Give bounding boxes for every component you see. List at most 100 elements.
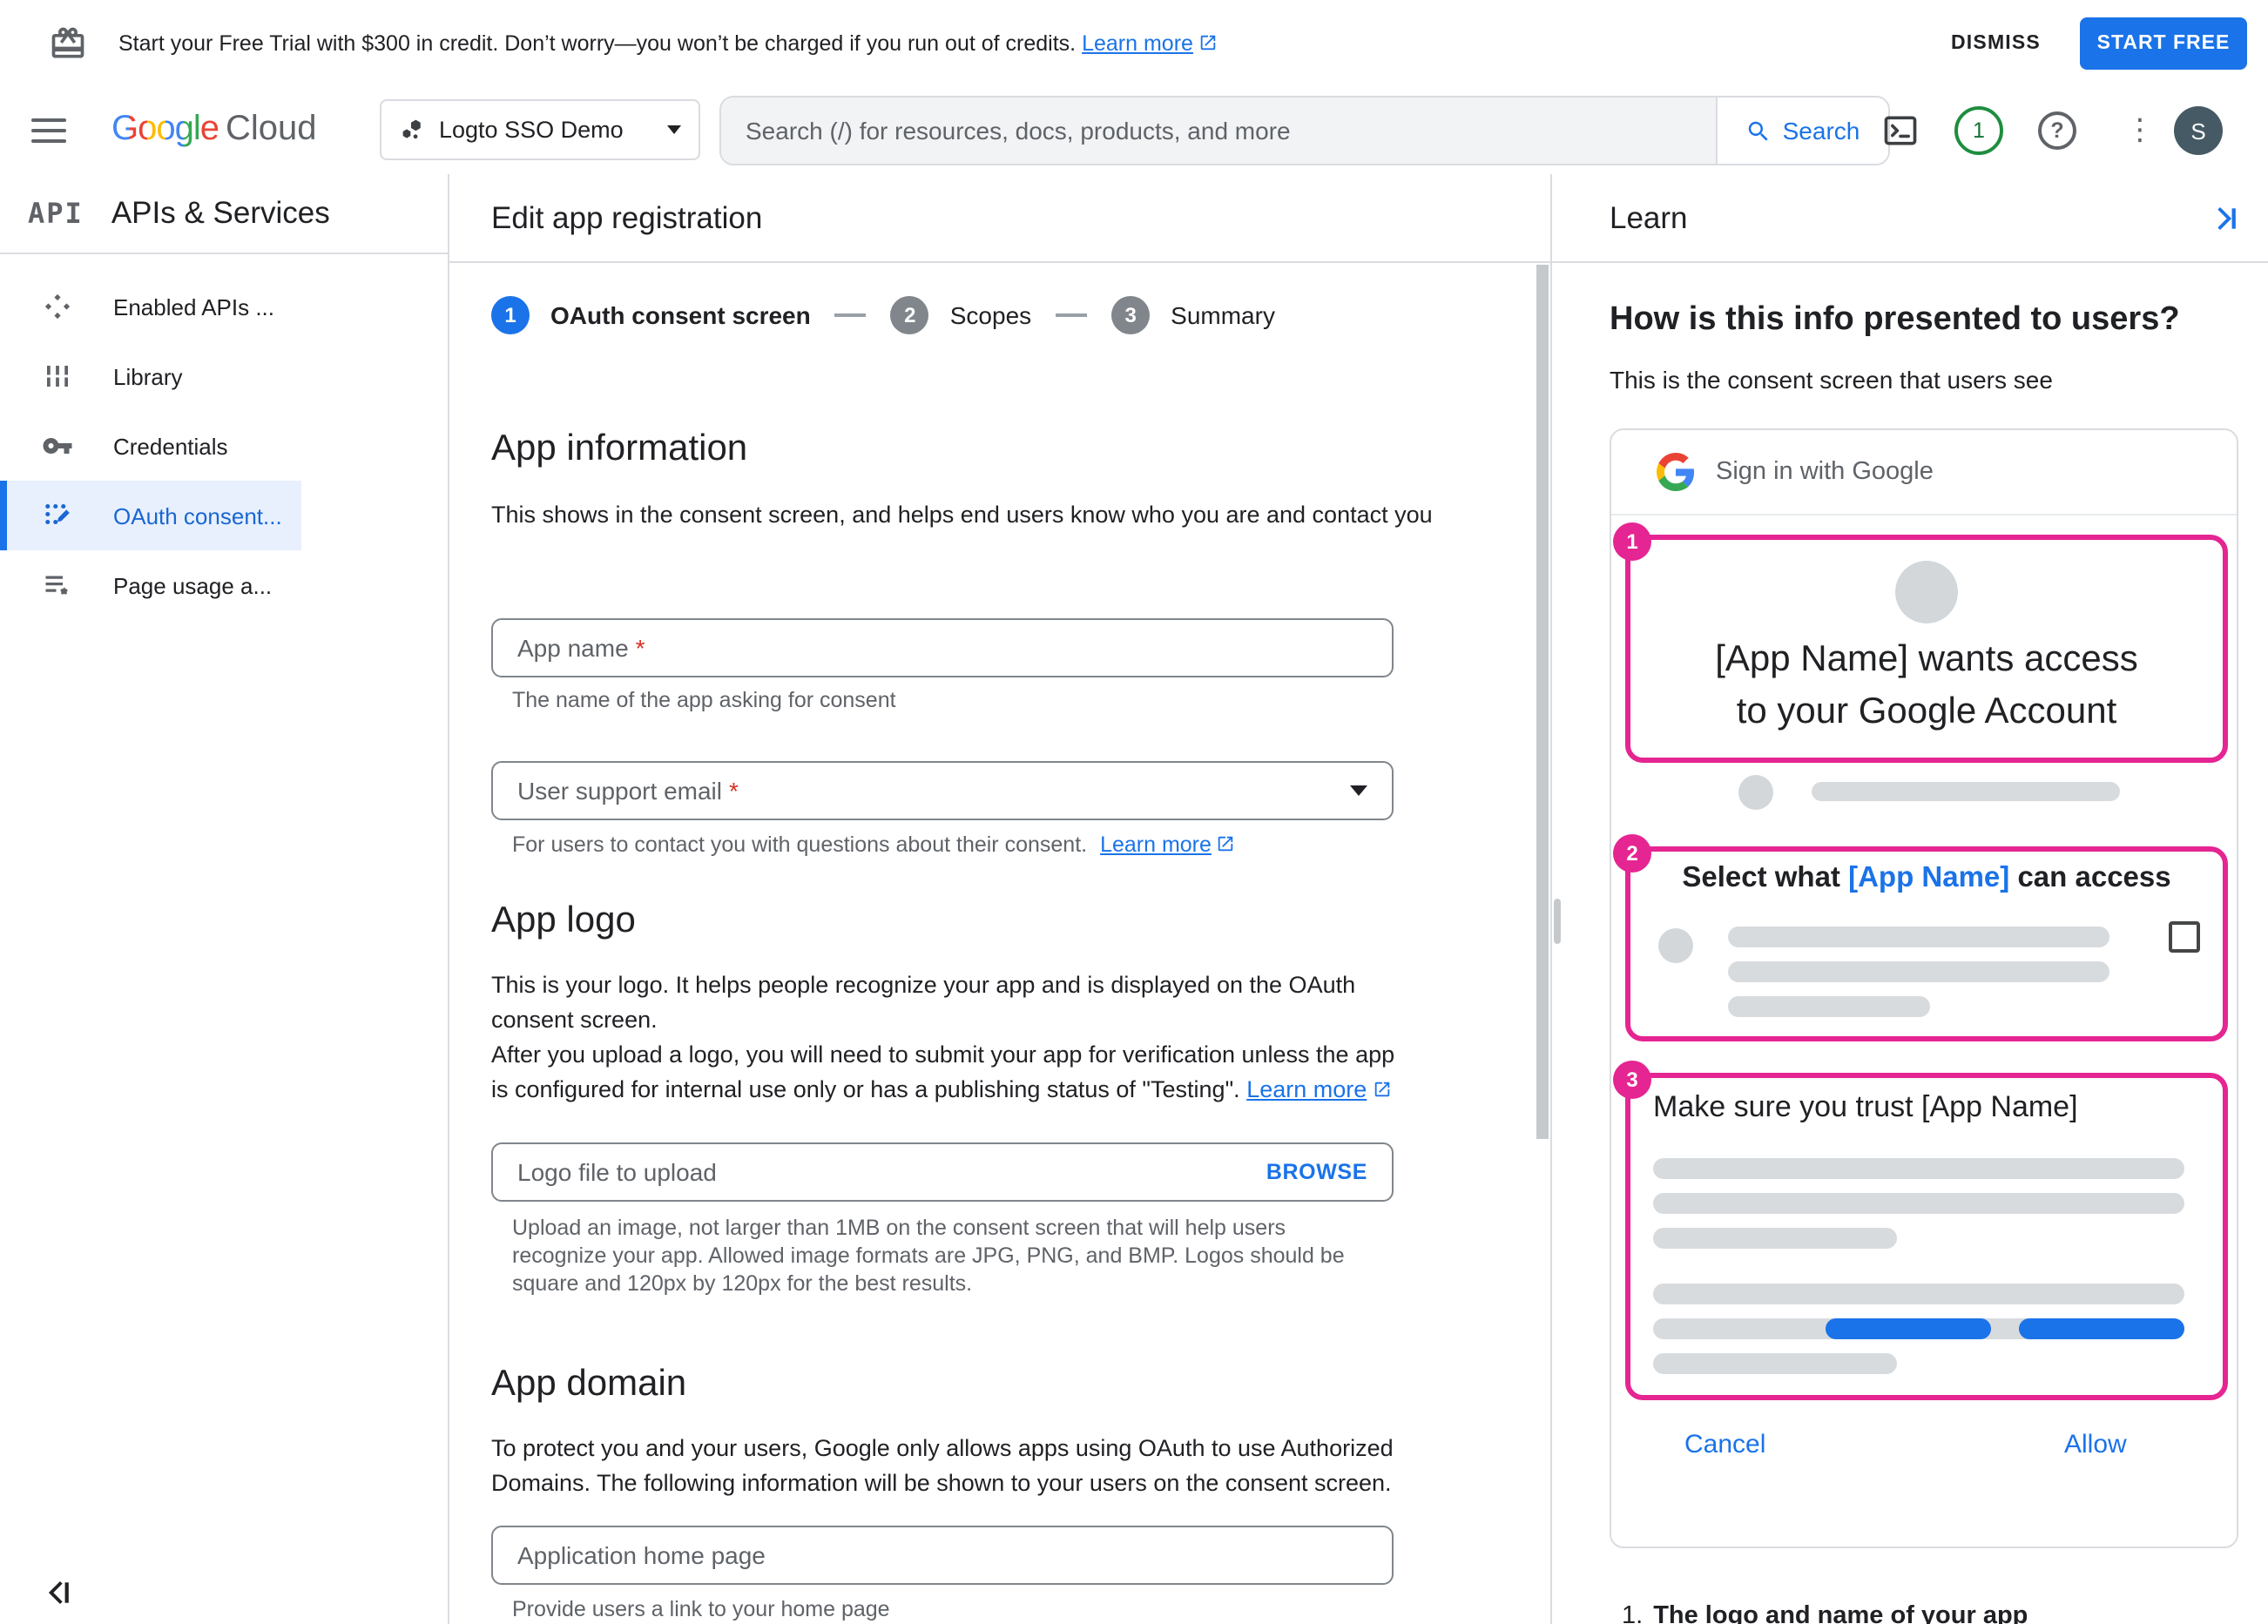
link-placeholder: [1826, 1318, 1991, 1339]
sidebar-item-label: Library: [113, 363, 183, 389]
user-support-email-helper: For users to contact you with questions …: [512, 831, 1236, 859]
scope-icon-placeholder: [1658, 928, 1693, 963]
text-line-placeholder: [1653, 1158, 2184, 1179]
logo-google-text: Google: [111, 110, 219, 148]
app-information-description: This shows in the consent screen, and he…: [491, 502, 1433, 528]
hamburger-menu-icon[interactable]: [31, 118, 66, 150]
sidebar-item-enabled-apis[interactable]: Enabled APIs ...: [0, 272, 448, 341]
text-line-placeholder: [1653, 1353, 1897, 1374]
user-support-email-field[interactable]: User support email *: [491, 761, 1394, 820]
logo-file-placeholder: Logo file to upload: [517, 1158, 717, 1186]
start-free-button[interactable]: START FREE: [2080, 17, 2247, 70]
banner-learn-more-link[interactable]: Learn more: [1082, 31, 1193, 56]
preview-step3-box: 3 Make sure you trust [App Name]: [1613, 1061, 2228, 1400]
footnote-number: 1.: [1622, 1602, 1644, 1624]
application-home-page-field[interactable]: Application home page: [491, 1526, 1394, 1585]
step3-badge: 3: [1613, 1061, 1651, 1099]
sidebar-title: APIs & Services: [111, 195, 330, 230]
key-icon: [43, 438, 72, 454]
main-scrollbar: [1535, 263, 1550, 1624]
top-header: GoogleCloud Logto SSO Demo Search 1 ? ⋮ …: [0, 87, 2268, 176]
consent-screen-preview: Sign in with Google 1 [App Name] wants a…: [1610, 428, 2238, 1548]
external-link-icon: [1200, 35, 1216, 51]
sidebar-item-label: OAuth consent...: [113, 502, 282, 529]
learn-subheading: This is the consent screen that users se…: [1610, 366, 2053, 394]
help-icon[interactable]: ?: [2038, 111, 2076, 150]
logo-learn-more-link[interactable]: Learn more: [1246, 1076, 1367, 1102]
sidebar-item-library[interactable]: Library: [0, 341, 448, 411]
avatar[interactable]: S: [2174, 106, 2223, 155]
scope-checkbox: [2169, 921, 2200, 953]
chevron-down-icon: [667, 125, 681, 134]
banner-text: Start your Free Trial with $300 in credi…: [118, 31, 1077, 56]
collapse-sidebar-icon[interactable]: [42, 1578, 71, 1607]
logo-file-helper: Upload an image, not larger than 1MB on …: [512, 1216, 1345, 1296]
app-logo-description-2: After you upload a logo, you will need t…: [491, 1038, 1401, 1108]
signin-header-label: Sign in with Google: [1716, 458, 1934, 486]
preview-cancel-button: Cancel: [1684, 1430, 1766, 1459]
step-connector: [1056, 313, 1088, 317]
scope-line-placeholder: [1728, 961, 2109, 982]
app-domain-description: To protect you and your users, Google on…: [491, 1435, 1394, 1496]
scope-line-placeholder: [1728, 996, 1930, 1017]
search-button[interactable]: Search: [1716, 98, 1888, 164]
free-trial-banner: Start your Free Trial with $300 in credi…: [0, 0, 2268, 89]
scopes-title: Select what [App Name] can access: [1630, 862, 2223, 895]
step-1-label[interactable]: OAuth consent screen: [550, 301, 811, 329]
preview-step2-box: 2 Select what [App Name] can access: [1613, 834, 2228, 1041]
project-name: Logto SSO Demo: [439, 117, 624, 143]
step-2-label[interactable]: Scopes: [950, 301, 1031, 329]
notifications-badge[interactable]: 1: [1954, 106, 2003, 155]
preview-step1-box: 1 [App Name] wants access to your Google…: [1613, 522, 2228, 763]
footnote: 1. The logo and name of your app: [1622, 1602, 2028, 1624]
sidebar-item-oauth-consent[interactable]: OAuth consent...: [0, 481, 301, 550]
gift-icon: [51, 27, 84, 58]
link-placeholder: [2019, 1318, 2184, 1339]
step-2-circle[interactable]: 2: [890, 296, 929, 334]
library-icon: [47, 366, 68, 387]
dismiss-button[interactable]: DISMISS: [1951, 0, 2041, 87]
learn-scrollbar-thumb[interactable]: [1554, 899, 1561, 944]
external-link-icon: [1374, 1082, 1389, 1097]
google-g-icon: [1657, 453, 1695, 491]
sidebar-header: API APIs & Services: [0, 174, 448, 254]
app-name-field[interactable]: App name *: [491, 618, 1394, 677]
collapse-panel-icon[interactable]: [2209, 204, 2238, 233]
learn-title: Learn: [1610, 200, 1688, 235]
step-3-label[interactable]: Summary: [1171, 301, 1275, 329]
stepper: 1 OAuth consent screen 2 Scopes 3 Summar…: [491, 296, 1275, 334]
user-support-email-label: User support email: [517, 777, 722, 805]
app-name-helper: The name of the app asking for consent: [512, 688, 896, 712]
project-selector[interactable]: Logto SSO Demo: [380, 99, 700, 160]
external-link-icon: [1218, 836, 1234, 852]
user-avatar-placeholder: [1738, 775, 1773, 810]
application-home-page-placeholder: Application home page: [517, 1541, 766, 1569]
browse-button[interactable]: BROWSE: [1266, 1160, 1367, 1184]
sidebar-item-label: Enabled APIs ...: [113, 293, 275, 320]
text-line-placeholder: [1653, 1284, 2184, 1304]
sidebar-item-label: Page usage a...: [113, 572, 273, 598]
main-header: Edit app registration: [449, 174, 1550, 263]
sidebar-item-credentials[interactable]: Credentials: [0, 411, 448, 481]
footnote-text: The logo and name of your app: [1653, 1602, 2028, 1624]
banner-message: Start your Free Trial with $300 in credi…: [118, 0, 1218, 87]
signin-header: Sign in with Google: [1611, 430, 2237, 516]
main-scrollbar-thumb[interactable]: [1536, 265, 1549, 1139]
step-1-circle[interactable]: 1: [491, 296, 530, 334]
search-input[interactable]: [721, 98, 1716, 164]
email-learn-more-link[interactable]: Learn more: [1100, 832, 1212, 857]
email-helper-text: For users to contact you with questions …: [512, 832, 1088, 857]
scopes-title-prefix: Select what: [1682, 862, 1849, 893]
more-options-icon[interactable]: ⋮: [2125, 87, 2155, 174]
text-line-placeholder: [1653, 1193, 2184, 1214]
project-hexagon-icon: [402, 119, 421, 139]
search-icon: [1749, 120, 1769, 140]
user-email-placeholder: [1812, 782, 2120, 801]
logo-file-field[interactable]: Logo file to upload BROWSE: [491, 1142, 1394, 1202]
app-domain-heading: App domain: [491, 1364, 687, 1404]
required-asterisk: *: [729, 777, 739, 805]
step-3-circle[interactable]: 3: [1111, 296, 1151, 334]
consent-headline-line2: to your Google Account: [1736, 691, 2117, 731]
sidebar-item-page-usage[interactable]: Page usage a...: [0, 550, 448, 620]
cloud-shell-icon[interactable]: [1881, 111, 1920, 150]
